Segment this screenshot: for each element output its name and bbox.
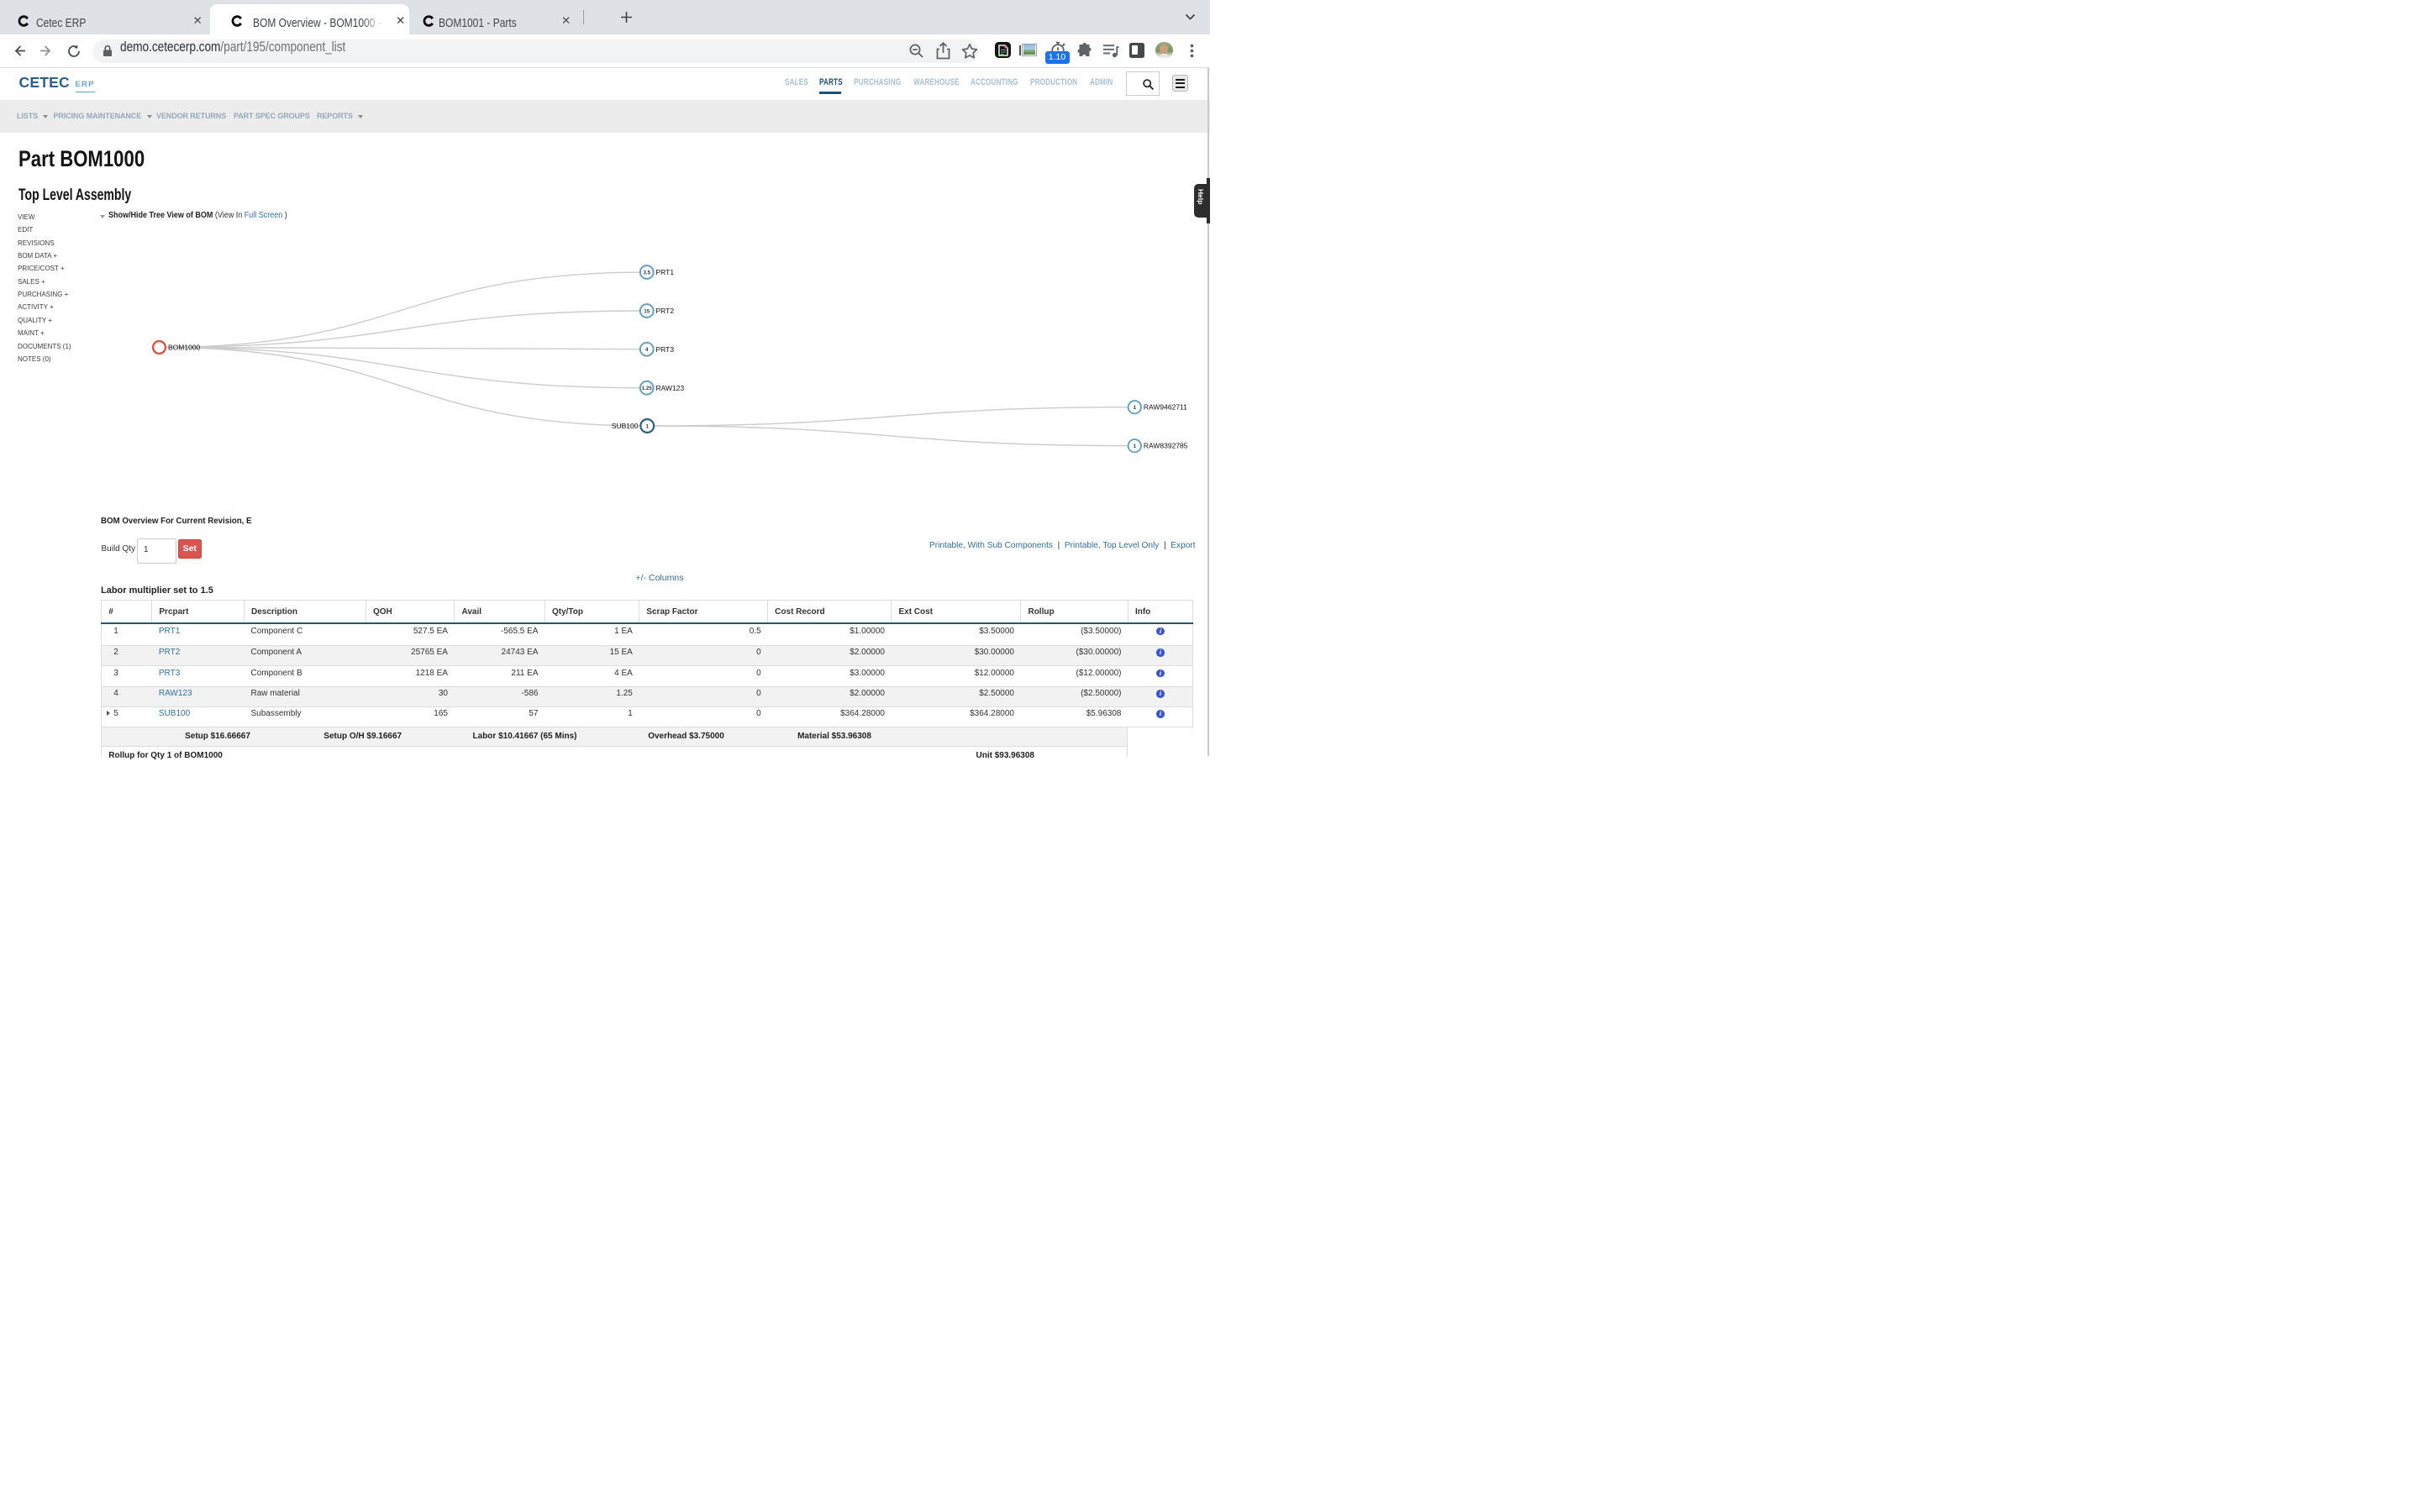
svg-text:1: 1 [1134, 405, 1137, 411]
svg-text:1: 1 [1134, 444, 1137, 449]
svg-text:3.5: 3.5 [643, 270, 650, 276]
svg-text:SUB100: SUB100 [612, 422, 639, 430]
svg-text:PRT3: PRT3 [656, 345, 675, 354]
svg-text:RAW123: RAW123 [656, 384, 685, 392]
svg-text:BOM1000: BOM1000 [168, 344, 201, 352]
svg-text:4: 4 [645, 347, 649, 353]
svg-text:15: 15 [644, 308, 650, 314]
svg-text:RAW9462711: RAW9462711 [1144, 403, 1187, 412]
svg-text:PRT1: PRT1 [656, 268, 675, 276]
svg-text:1.25: 1.25 [642, 386, 653, 391]
svg-text:PRT2: PRT2 [656, 307, 675, 315]
svg-text:1: 1 [646, 423, 650, 429]
svg-text:RAW8392785: RAW8392785 [1144, 442, 1188, 450]
